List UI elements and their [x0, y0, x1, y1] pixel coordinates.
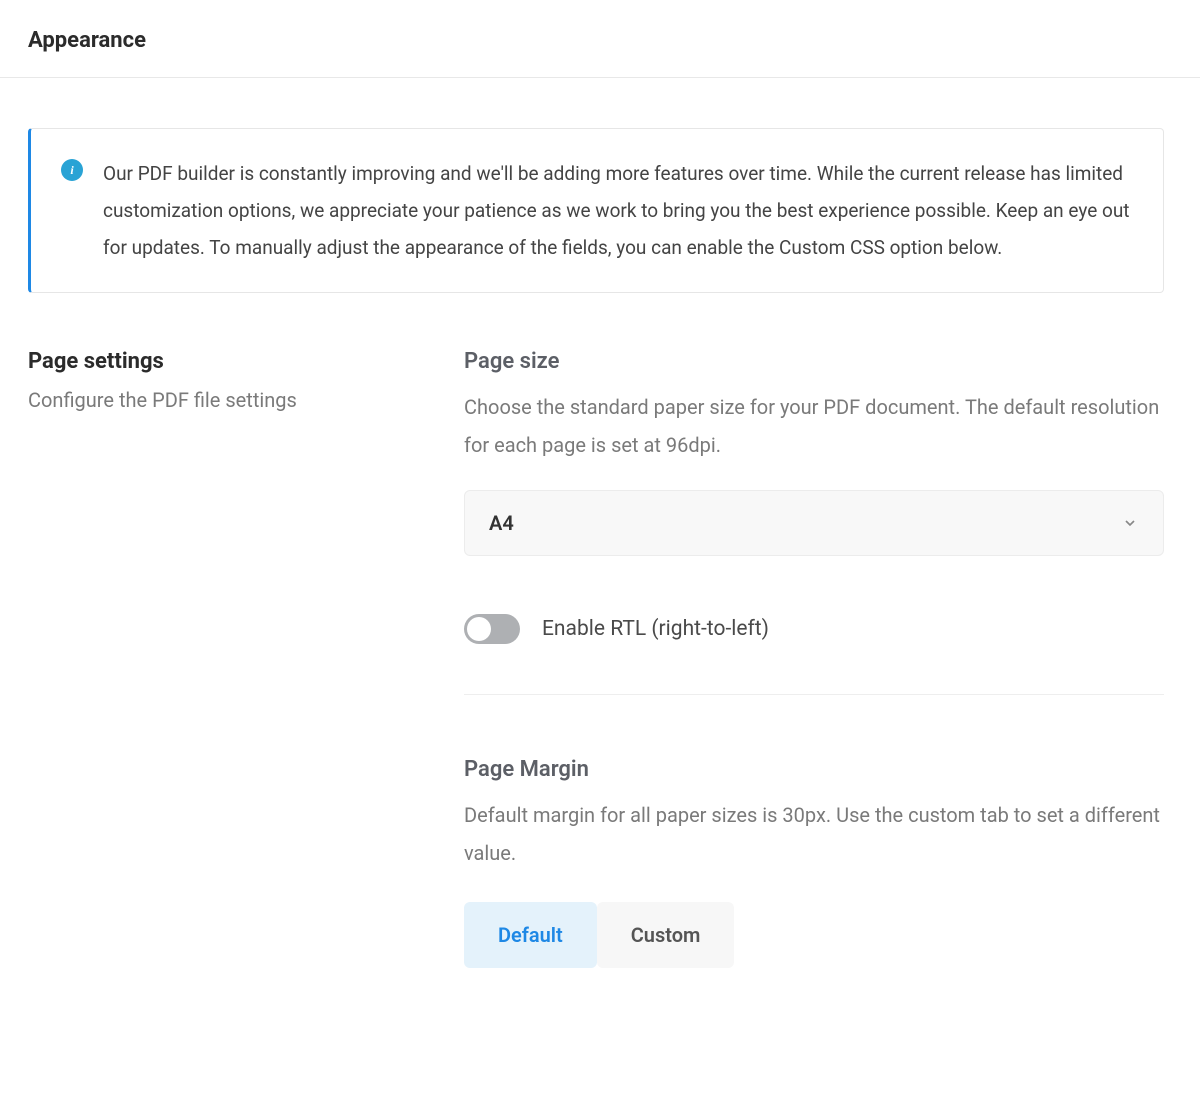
- toggle-knob: [467, 617, 491, 641]
- rtl-toggle-row: Enable RTL (right-to-left): [464, 614, 1164, 644]
- info-text: Our PDF builder is constantly improving …: [103, 155, 1135, 266]
- page-margin-label: Page Margin: [464, 757, 1164, 782]
- info-icon-glyph: i: [70, 164, 73, 176]
- info-icon: i: [61, 159, 83, 181]
- page-size-value: A4: [489, 511, 514, 535]
- tab-custom[interactable]: Custom: [597, 902, 735, 968]
- page-settings-description: Configure the PDF file settings: [28, 388, 424, 412]
- tab-default[interactable]: Default: [464, 902, 597, 968]
- page-margin-description: Default margin for all paper sizes is 30…: [464, 796, 1164, 872]
- section-divider: [464, 694, 1164, 695]
- content-area: i Our PDF builder is constantly improvin…: [0, 78, 1200, 1008]
- page-size-label: Page size: [464, 349, 1164, 374]
- header: Appearance: [0, 0, 1200, 77]
- settings-main: Page size Choose the standard paper size…: [464, 349, 1164, 968]
- settings-section: Page settings Configure the PDF file set…: [28, 349, 1164, 968]
- page-size-select[interactable]: A4: [464, 490, 1164, 556]
- page-size-description: Choose the standard paper size for your …: [464, 388, 1164, 464]
- settings-sidebar: Page settings Configure the PDF file set…: [28, 349, 424, 968]
- info-banner: i Our PDF builder is constantly improvin…: [28, 128, 1164, 293]
- page-settings-title: Page settings: [28, 349, 424, 374]
- rtl-toggle-label: Enable RTL (right-to-left): [542, 617, 769, 641]
- margin-tab-group: Default Custom: [464, 902, 1164, 968]
- chevron-down-icon: [1121, 514, 1139, 532]
- page-title: Appearance: [28, 28, 1172, 53]
- rtl-toggle[interactable]: [464, 614, 520, 644]
